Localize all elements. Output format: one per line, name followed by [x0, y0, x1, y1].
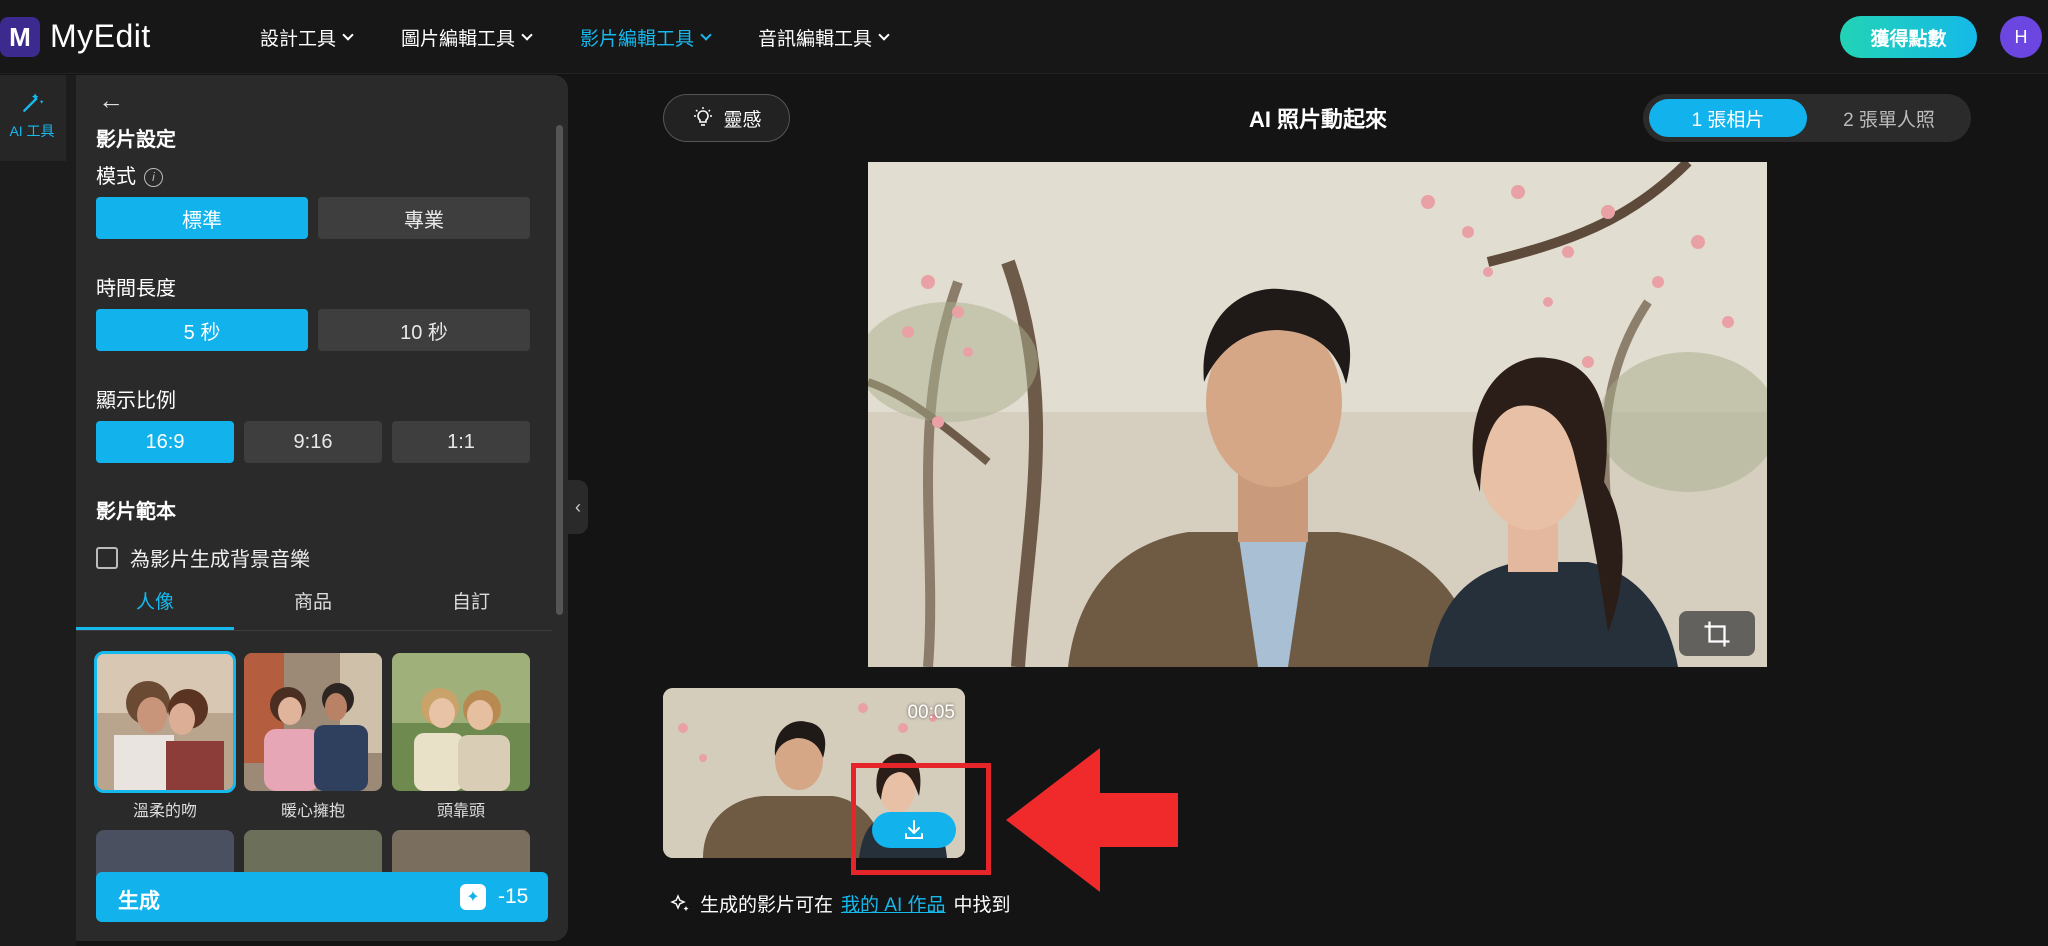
chevron-down-icon [521, 29, 533, 41]
tab-portrait[interactable]: 人像 [76, 587, 234, 614]
crop-button[interactable] [1679, 611, 1755, 656]
ratio-9-16-button[interactable]: 9:16 [244, 421, 382, 463]
mode-label: 模式 i [96, 160, 163, 189]
nav-design-tools[interactable]: 設計工具 [260, 24, 354, 51]
tab-product[interactable]: 商品 [234, 587, 392, 614]
ratio-label: 顯示比例 [96, 390, 176, 412]
active-tab-indicator [76, 627, 234, 630]
credit-icon: ✦ [460, 884, 486, 910]
inspiration-button[interactable]: 靈感 [663, 94, 790, 142]
mode-label-text: 模式 [96, 166, 136, 188]
tab-divider [76, 630, 552, 631]
bg-music-option[interactable]: 為影片生成背景音樂 [96, 543, 310, 572]
get-points-button[interactable]: 獲得點數 [1840, 16, 1977, 58]
settings-panel: ← 影片設定 模式 i 標準 專業 時間長度 5 秒 10 秒 顯示比例 16:9… [76, 75, 568, 941]
magic-wand-icon [23, 93, 44, 112]
template-warm-hug[interactable] [244, 653, 382, 791]
chevron-left-icon: ‹ [575, 496, 581, 517]
footer-prefix: 生成的影片可在 [700, 895, 834, 916]
back-arrow-icon[interactable]: ← [98, 85, 124, 116]
page-title: AI 照片動起來 [1248, 107, 1388, 132]
generate-button[interactable]: 生成 ✦ -15 [96, 872, 548, 922]
bg-music-checkbox[interactable] [96, 546, 118, 569]
chevron-down-icon [700, 29, 712, 41]
toggle-one-photo[interactable]: 1 張相片 [1649, 99, 1807, 137]
duration-label: 時間長度 [96, 278, 176, 300]
footer-suffix: 中找到 [953, 895, 1011, 916]
ratio-16-9-button[interactable]: 16:9 [96, 421, 234, 463]
duration-10s-button[interactable]: 10 秒 [318, 309, 530, 351]
ratio-1-1-button[interactable]: 1:1 [392, 421, 530, 463]
template-thumbnail-image [244, 653, 382, 791]
avatar[interactable]: H [2000, 16, 2042, 58]
sparkle-icon [670, 893, 689, 911]
toggle-two-portraits[interactable]: 2 張單人照 [1811, 99, 1967, 137]
nav-image-tools[interactable]: 圖片編輯工具 [401, 24, 533, 51]
video-duration: 00:05 [907, 702, 955, 723]
template-title: 影片範本 [96, 501, 176, 523]
info-icon[interactable]: i [144, 168, 163, 187]
duration-5s-button[interactable]: 5 秒 [96, 309, 308, 351]
template-label: 暖心擁抱 [280, 803, 345, 820]
crop-icon [1704, 621, 1730, 646]
annotation-arrow-icon [1006, 748, 1178, 892]
generate-cost: -15 [498, 885, 529, 908]
panel-title: 影片設定 [96, 129, 176, 151]
mode-pro-button[interactable]: 專業 [318, 197, 530, 239]
rail-item-label: AI 工具 [9, 123, 55, 139]
nav-audio-tools[interactable]: 音訊編輯工具 [758, 24, 890, 51]
bg-music-label: 為影片生成背景音樂 [130, 549, 310, 571]
inspiration-label: 靈感 [723, 109, 762, 131]
preview-image [868, 162, 1767, 667]
template-label: 頭靠頭 [436, 803, 485, 820]
template-thumbnail-image [96, 653, 234, 791]
nav-label: 設計工具 [260, 29, 337, 50]
panel-scrollbar[interactable] [556, 125, 563, 615]
mode-standard-button[interactable]: 標準 [96, 197, 308, 239]
footer-note: 生成的影片可在 我的 AI 作品 中找到 [668, 890, 1011, 917]
collapse-panel-button[interactable]: ‹ [568, 480, 588, 534]
lightbulb-icon [694, 107, 713, 126]
my-ai-works-link[interactable]: 我的 AI 作品 [841, 890, 946, 917]
brand-name[interactable]: MyEdit [50, 18, 151, 55]
nav-label: 音訊編輯工具 [758, 29, 873, 50]
template-thumbnail-image [392, 653, 530, 791]
photo-mode-toggle: 1 張相片 2 張單人照 [1643, 94, 1971, 142]
nav-video-tools[interactable]: 影片編輯工具 [580, 24, 712, 51]
nav-label: 影片編輯工具 [580, 29, 695, 50]
template-head-to-head[interactable] [392, 653, 530, 791]
myedit-logo[interactable]: M [0, 17, 40, 57]
tab-custom[interactable]: 自訂 [392, 587, 550, 614]
nav-label: 圖片編輯工具 [401, 29, 516, 50]
rail-item-ai-tools[interactable]: AI 工具 [0, 75, 66, 161]
template-label: 溫柔的吻 [132, 803, 197, 820]
tool-rail: AI 工具 [0, 75, 76, 946]
chevron-down-icon [342, 29, 354, 41]
chevron-down-icon [878, 29, 890, 41]
photo-preview [868, 162, 1767, 667]
template-gentle-kiss[interactable] [94, 651, 236, 793]
top-navbar: M MyEdit 設計工具 圖片編輯工具 影片編輯工具 音訊編輯工具 獲得點數 … [0, 0, 2048, 74]
generate-label: 生成 [118, 890, 160, 913]
annotation-highlight-box [851, 763, 991, 875]
